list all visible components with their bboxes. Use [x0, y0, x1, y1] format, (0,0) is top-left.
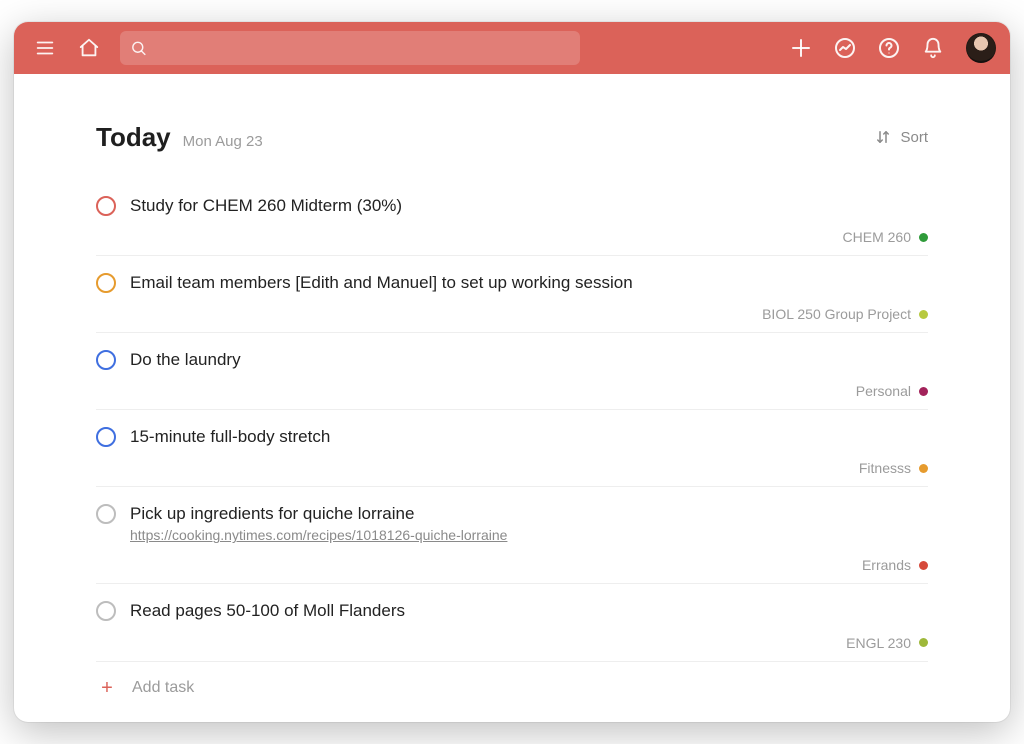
task-project[interactable]: ENGL 230: [96, 635, 928, 651]
task-body: Email team members [Edith and Manuel] to…: [130, 272, 928, 294]
avatar[interactable]: [966, 33, 996, 63]
add-task-label: Add task: [132, 679, 194, 697]
task-row: Study for CHEM 260 Midterm (30%): [96, 195, 928, 217]
task-project-name: CHEM 260: [843, 229, 911, 245]
task-item[interactable]: Study for CHEM 260 Midterm (30%) CHEM 260: [96, 179, 928, 256]
project-color-dot: [919, 638, 928, 647]
task-project-name: BIOL 250 Group Project: [762, 306, 911, 322]
add-task-button[interactable]: + Add task: [96, 662, 928, 720]
project-color-dot: [919, 310, 928, 319]
bell-icon: [922, 37, 944, 59]
task-body: Study for CHEM 260 Midterm (30%): [130, 195, 928, 217]
task-project-name: Fitnesss: [859, 460, 911, 476]
productivity-button[interactable]: [828, 31, 862, 65]
help-button[interactable]: [872, 31, 906, 65]
top-bar: [14, 22, 1010, 74]
home-button[interactable]: [72, 31, 106, 65]
task-row: Email team members [Edith and Manuel] to…: [96, 272, 928, 294]
task-row: Read pages 50-100 of Moll Flanders: [96, 600, 928, 622]
page-header: Today Mon Aug 23 Sort: [96, 122, 928, 153]
task-project[interactable]: Errands: [96, 557, 928, 573]
task-project-name: ENGL 230: [846, 635, 911, 651]
task-title: Do the laundry: [130, 349, 928, 371]
task-link[interactable]: https://cooking.nytimes.com/recipes/1018…: [130, 527, 507, 543]
sort-icon: [874, 128, 892, 146]
sort-label: Sort: [900, 129, 928, 146]
task-project[interactable]: CHEM 260: [96, 229, 928, 245]
task-row: Do the laundry: [96, 349, 928, 371]
sort-button[interactable]: Sort: [874, 128, 928, 146]
task-item[interactable]: Do the laundry Personal: [96, 333, 928, 410]
task-checkbox[interactable]: [96, 427, 116, 447]
search-box[interactable]: [120, 31, 580, 65]
task-title: Study for CHEM 260 Midterm (30%): [130, 195, 928, 217]
task-body: Pick up ingredients for quiche lorraine h…: [130, 503, 928, 545]
project-color-dot: [919, 233, 928, 242]
notifications-button[interactable]: [916, 31, 950, 65]
content-area: Today Mon Aug 23 Sort Study for CHEM 260…: [14, 74, 1010, 722]
task-row: Pick up ingredients for quiche lorraine h…: [96, 503, 928, 545]
task-item[interactable]: Read pages 50-100 of Moll Flanders ENGL 2…: [96, 584, 928, 661]
search-input[interactable]: [155, 40, 570, 56]
task-project-name: Personal: [856, 383, 911, 399]
menu-button[interactable]: [28, 31, 62, 65]
task-item[interactable]: 15-minute full-body stretch Fitnesss: [96, 410, 928, 487]
page-date: Mon Aug 23: [183, 133, 263, 150]
task-item[interactable]: Pick up ingredients for quiche lorraine h…: [96, 487, 928, 584]
help-icon: [877, 36, 901, 60]
project-color-dot: [919, 561, 928, 570]
task-checkbox[interactable]: [96, 601, 116, 621]
page-header-left: Today Mon Aug 23: [96, 122, 263, 153]
task-project[interactable]: BIOL 250 Group Project: [96, 306, 928, 322]
add-button[interactable]: [784, 31, 818, 65]
task-checkbox[interactable]: [96, 273, 116, 293]
project-color-dot: [919, 387, 928, 396]
page-title: Today: [96, 122, 171, 153]
task-title: Email team members [Edith and Manuel] to…: [130, 272, 928, 294]
task-project-name: Errands: [862, 557, 911, 573]
plus-icon: [789, 36, 813, 60]
task-checkbox[interactable]: [96, 196, 116, 216]
task-checkbox[interactable]: [96, 504, 116, 524]
home-icon: [78, 37, 100, 59]
task-row: 15-minute full-body stretch: [96, 426, 928, 448]
trend-icon: [833, 36, 857, 60]
app-window: Today Mon Aug 23 Sort Study for CHEM 260…: [14, 22, 1010, 722]
project-color-dot: [919, 464, 928, 473]
task-project[interactable]: Fitnesss: [96, 460, 928, 476]
task-checkbox[interactable]: [96, 350, 116, 370]
task-body: Do the laundry: [130, 349, 928, 371]
task-title: Pick up ingredients for quiche lorraine: [130, 503, 928, 525]
task-body: 15-minute full-body stretch: [130, 426, 928, 448]
task-project[interactable]: Personal: [96, 383, 928, 399]
search-icon: [130, 39, 147, 57]
task-title: 15-minute full-body stretch: [130, 426, 928, 448]
menu-icon: [34, 37, 56, 59]
plus-icon: +: [98, 678, 116, 698]
task-title: Read pages 50-100 of Moll Flanders: [130, 600, 928, 622]
task-body: Read pages 50-100 of Moll Flanders: [130, 600, 928, 622]
task-item[interactable]: Email team members [Edith and Manuel] to…: [96, 256, 928, 333]
task-list: Study for CHEM 260 Midterm (30%) CHEM 260…: [96, 179, 928, 662]
